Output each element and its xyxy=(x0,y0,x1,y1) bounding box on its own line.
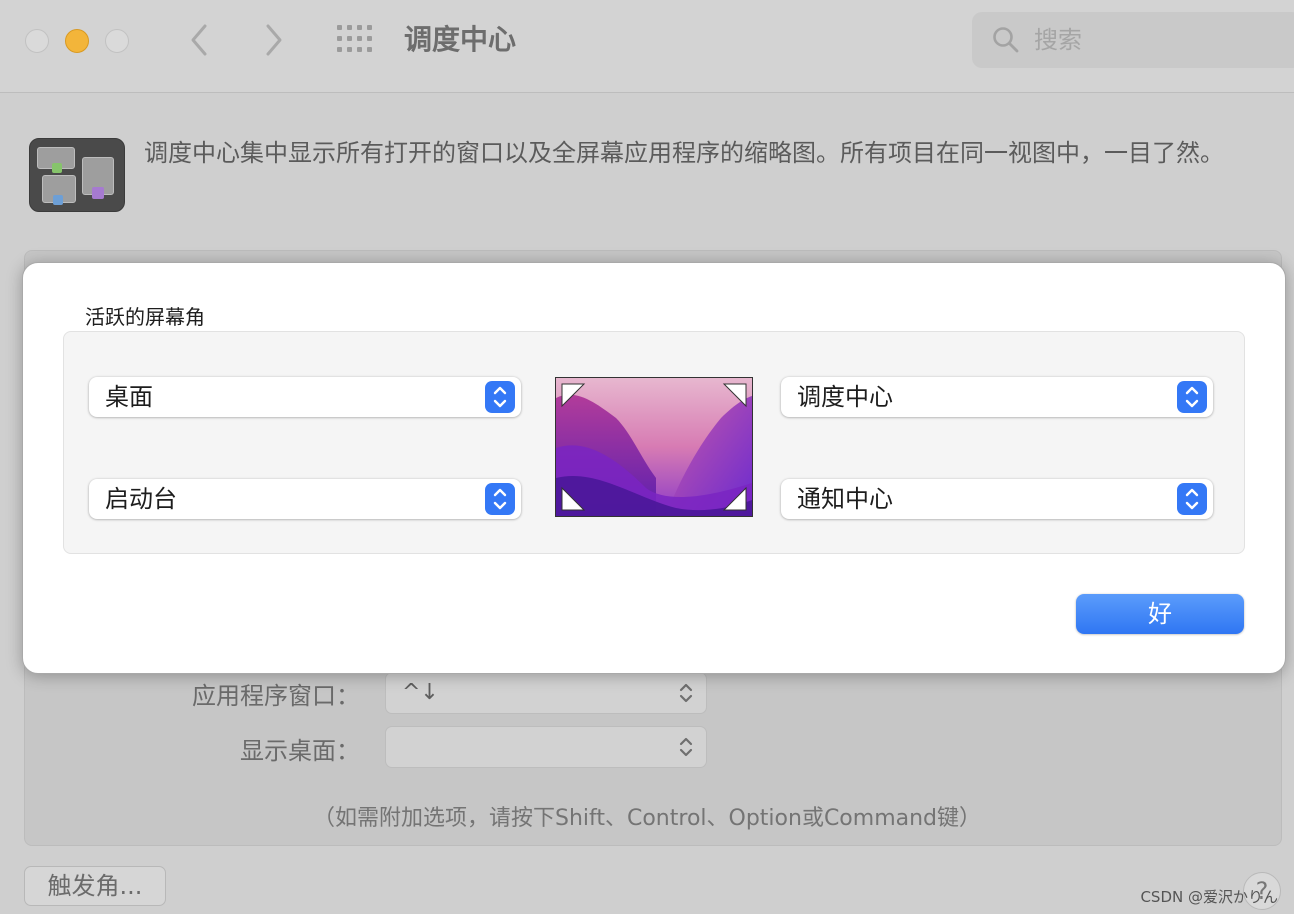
search-icon xyxy=(993,27,1019,53)
show-desktop-shortcut-select[interactable] xyxy=(385,726,707,768)
top-right-corner-select[interactable]: 调度中心 xyxy=(781,377,1213,417)
bottom-right-corner-value: 通知中心 xyxy=(797,485,893,513)
app-windows-label: 应用程序窗口： xyxy=(192,682,360,710)
updown-arrows-icon xyxy=(485,381,515,413)
ok-button[interactable]: 好 xyxy=(1076,594,1244,634)
mission-control-app-icon xyxy=(29,138,125,212)
watermark-text: CSDN @爱沢かりん xyxy=(1140,888,1278,906)
wallpaper-image xyxy=(556,378,752,516)
bottom-right-corner-select[interactable]: 通知中心 xyxy=(781,479,1213,519)
zoom-window-button[interactable] xyxy=(105,29,129,53)
description-text: 调度中心集中显示所有打开的窗口以及全屏幕应用程序的缩略图。所有项目在同一视图中，… xyxy=(144,139,1224,167)
window-toolbar: 调度中心 搜索 xyxy=(0,0,1294,93)
updown-chevron-icon xyxy=(679,683,693,703)
app-windows-shortcut-value: ^↓ xyxy=(402,680,439,705)
modifier-hint-text: （如需附加选项，请按下Shift、Control、Option或Command键… xyxy=(312,806,982,831)
hot-corners-sheet: 活跃的屏幕角 桌面 启动台 调度中心 通知中心 好 xyxy=(22,262,1286,674)
hot-corners-button[interactable]: 触发角... xyxy=(24,866,166,906)
sheet-title: 活跃的屏幕角 xyxy=(85,305,205,329)
show-all-grid-icon[interactable] xyxy=(337,25,374,55)
chevron-left-icon xyxy=(191,24,207,56)
minimize-window-button[interactable] xyxy=(65,29,89,53)
app-windows-shortcut-select[interactable]: ^↓ xyxy=(385,672,707,714)
search-field[interactable]: 搜索 xyxy=(972,12,1294,68)
bottom-left-corner-value: 启动台 xyxy=(105,485,177,513)
back-button[interactable] xyxy=(181,20,217,60)
forward-button[interactable] xyxy=(256,20,292,60)
show-desktop-label: 显示桌面： xyxy=(240,737,360,765)
updown-arrows-icon xyxy=(1177,381,1207,413)
bottom-left-corner-select[interactable]: 启动台 xyxy=(89,479,521,519)
chevron-right-icon xyxy=(266,24,282,56)
window-title: 调度中心 xyxy=(404,23,517,56)
updown-arrows-icon xyxy=(485,483,515,515)
top-right-corner-value: 调度中心 xyxy=(797,383,893,411)
updown-chevron-icon xyxy=(679,737,693,757)
search-placeholder: 搜索 xyxy=(1034,26,1082,54)
top-left-corner-value: 桌面 xyxy=(105,383,153,411)
updown-arrows-icon xyxy=(1177,483,1207,515)
top-left-corner-select[interactable]: 桌面 xyxy=(89,377,521,417)
screen-corners-preview xyxy=(555,377,753,517)
close-window-button[interactable] xyxy=(25,29,49,53)
